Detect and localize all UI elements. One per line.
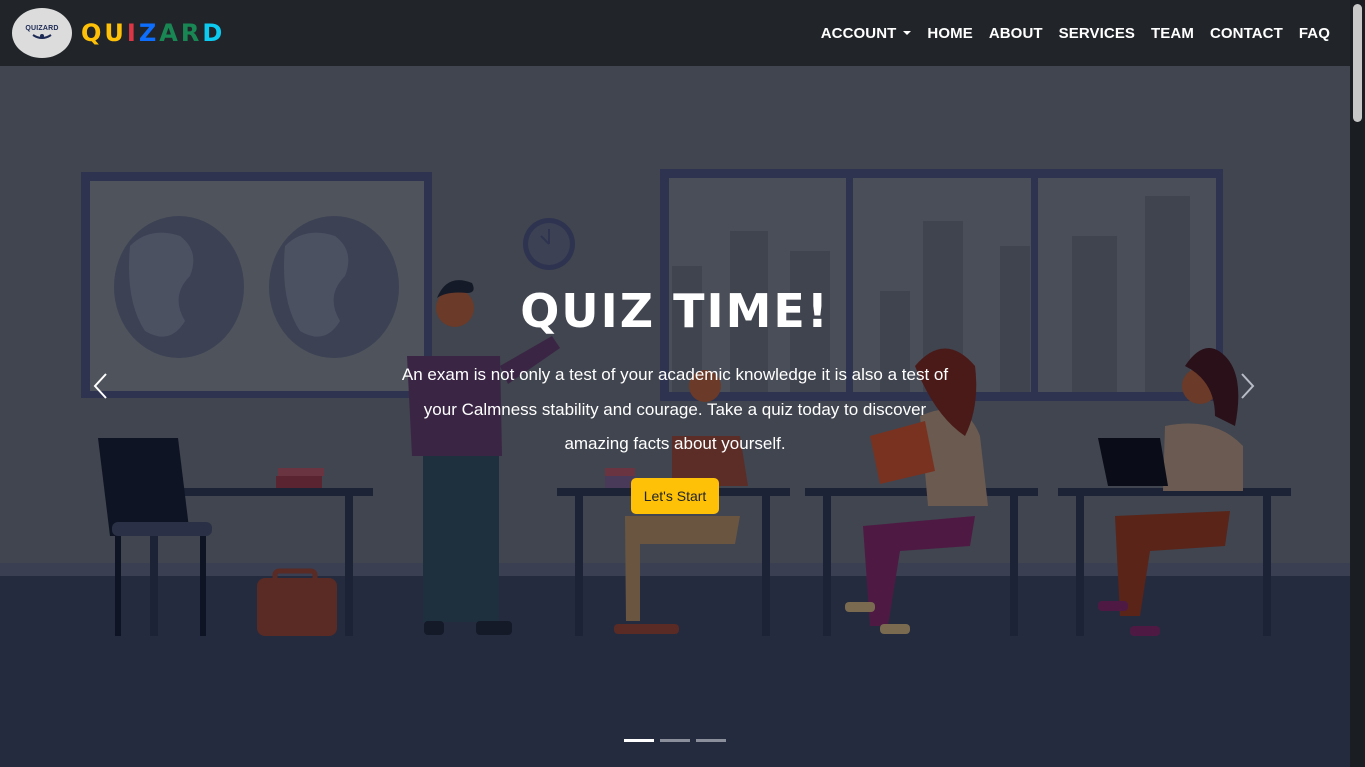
brand-letter: I	[126, 19, 139, 47]
brand-letter: A	[159, 19, 181, 47]
nav-team[interactable]: TEAM	[1151, 25, 1194, 42]
brand-letter: D	[202, 19, 226, 47]
scrollbar-thumb[interactable]	[1353, 4, 1362, 122]
brand-name[interactable]: QUIZARD	[81, 19, 225, 47]
brand-logo[interactable]: QUIZARD	[12, 8, 72, 58]
nav-services[interactable]: SERVICES	[1059, 25, 1135, 42]
logo-text: QUIZARD	[25, 25, 59, 32]
nav-home[interactable]: HOME	[927, 25, 972, 42]
chevron-left-icon	[93, 373, 107, 399]
carousel-indicators	[624, 739, 726, 742]
nav-contact[interactable]: CONTACT	[1210, 25, 1283, 42]
page-scrollbar[interactable]	[1350, 0, 1365, 767]
nav-faq[interactable]: FAQ	[1299, 25, 1330, 42]
brand-letter: R	[180, 19, 203, 47]
caret-down-icon	[903, 31, 912, 35]
carousel-prev-button[interactable]	[80, 366, 120, 406]
chevron-right-icon	[1241, 373, 1255, 399]
brand-letter: Q	[81, 19, 105, 47]
lets-start-button[interactable]: Let's Start	[630, 477, 720, 514]
nav-about[interactable]: ABOUT	[989, 25, 1043, 42]
hero-text: An exam is not only a test of your acade…	[401, 365, 949, 453]
carousel-indicator-2[interactable]	[660, 739, 690, 742]
hero-caption: QUIZ TIME! An exam is not only a test of…	[375, 284, 975, 514]
nav-account-dropdown[interactable]: ACCOUNT	[821, 25, 912, 42]
hero-carousel: QUIZ TIME! An exam is not only a test of…	[0, 66, 1350, 767]
hero-title: QUIZ TIME!	[520, 284, 830, 338]
main-nav: ACCOUNT HOME ABOUT SERVICES TEAM CONTACT…	[821, 25, 1330, 42]
nav-account-label: ACCOUNT	[820, 24, 897, 42]
carousel-indicator-3[interactable]	[696, 739, 726, 742]
logo-mark-icon	[32, 34, 52, 39]
brand-letter: Z	[138, 19, 160, 47]
carousel-next-button[interactable]	[1228, 366, 1268, 406]
carousel-indicator-1[interactable]	[624, 739, 654, 742]
navbar: QUIZARD QUIZARD ACCOUNT HOME ABOUT SERVI…	[0, 0, 1350, 66]
brand[interactable]: QUIZARD QUIZARD	[12, 8, 225, 58]
brand-letter: U	[104, 19, 127, 47]
